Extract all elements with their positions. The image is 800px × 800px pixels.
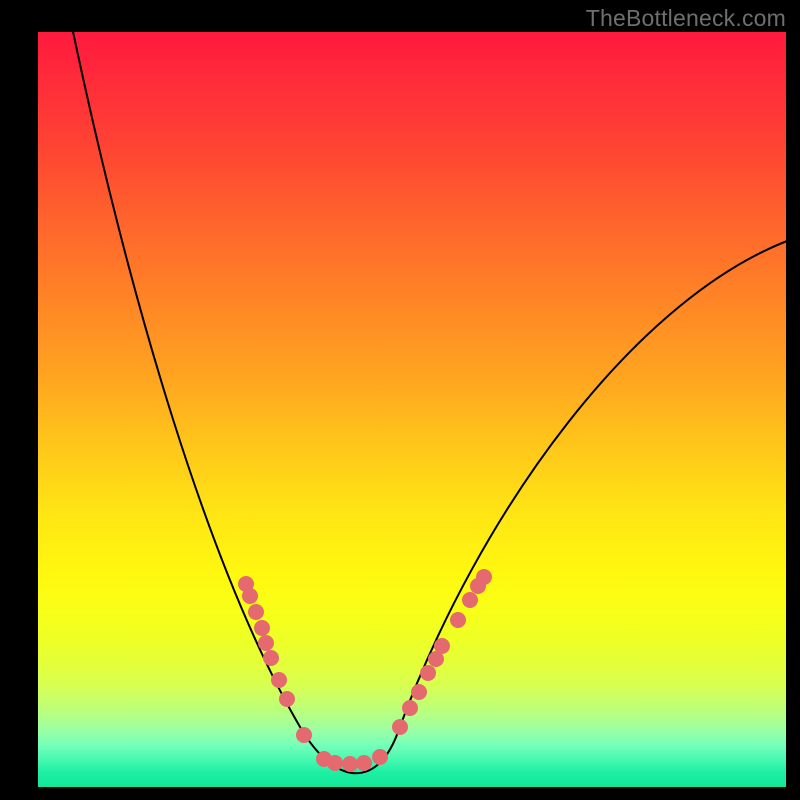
curve-marker	[296, 727, 312, 743]
curve-markers	[238, 569, 492, 772]
plot-area	[38, 32, 786, 787]
curve-svg	[38, 32, 786, 787]
curve-marker	[402, 700, 418, 716]
curve-marker	[372, 749, 388, 765]
curve-marker	[450, 612, 466, 628]
curve-marker	[271, 672, 287, 688]
watermark-label: TheBottleneck.com	[586, 5, 786, 32]
curve-marker	[327, 755, 343, 771]
curve-marker	[411, 684, 427, 700]
curve-marker	[279, 691, 295, 707]
curve-marker	[254, 620, 270, 636]
chart-frame: TheBottleneck.com	[0, 0, 800, 800]
curve-marker	[356, 755, 372, 771]
curve-marker	[392, 719, 408, 735]
curve-marker	[263, 650, 279, 666]
curve-marker	[462, 592, 478, 608]
curve-marker	[420, 665, 436, 681]
curve-marker	[248, 604, 264, 620]
curve-marker	[434, 638, 450, 654]
curve-marker	[258, 635, 274, 651]
curve-marker	[242, 588, 258, 604]
curve-marker	[342, 756, 358, 772]
curve-marker	[476, 569, 492, 585]
